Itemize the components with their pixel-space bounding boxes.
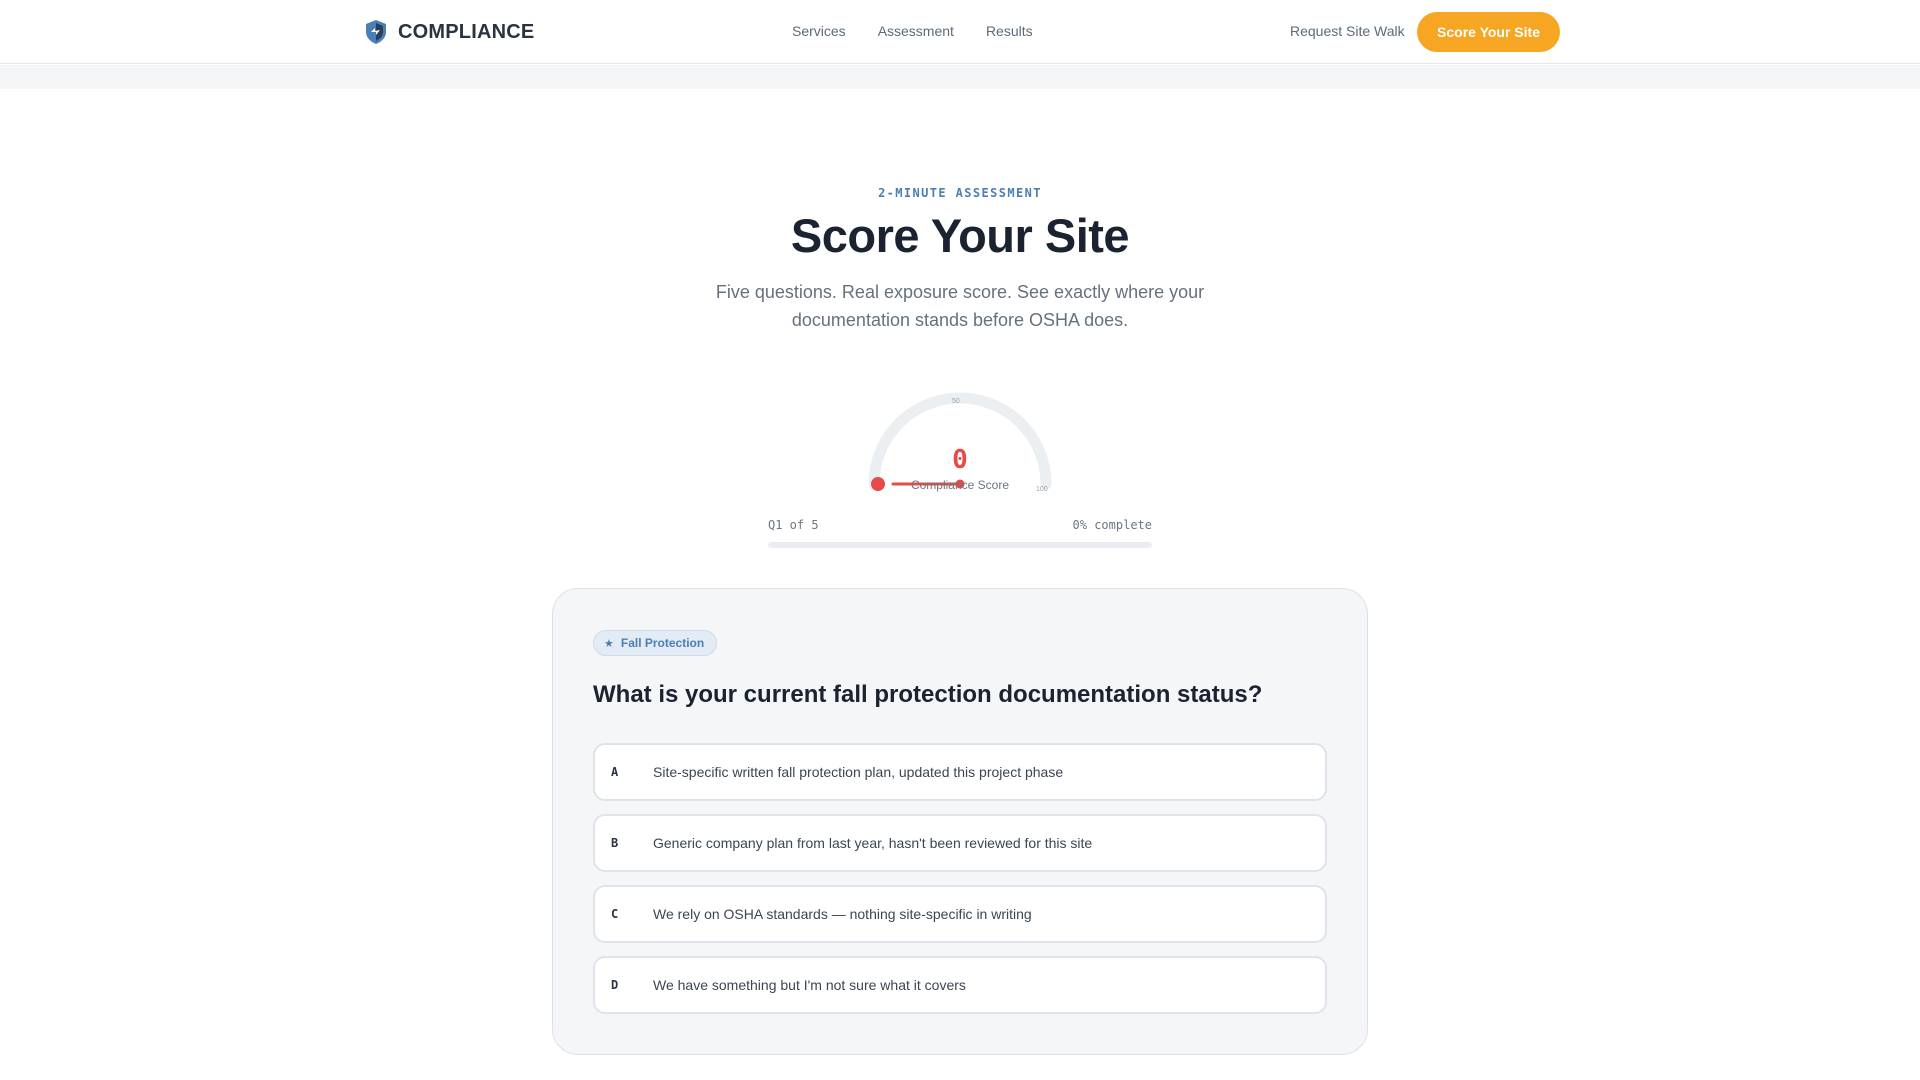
header-divider-band (0, 65, 1920, 89)
star-icon: ★ (604, 637, 614, 650)
option-letter: B (611, 836, 619, 850)
question-text: What is your current fall protection doc… (593, 681, 1263, 708)
option-text: Generic company plan from last year, has… (653, 835, 1093, 851)
option-letter: A (611, 765, 619, 779)
answer-option-c[interactable]: C We rely on OSHA standards — nothing si… (593, 885, 1327, 943)
gauge-score-label: Compliance Score (911, 478, 1009, 492)
option-text: We rely on OSHA standards — nothing site… (653, 906, 1032, 922)
request-site-walk-link[interactable]: Request Site Walk (1290, 23, 1405, 39)
answer-option-d[interactable]: D We have something but I'm not sure wha… (593, 956, 1327, 1014)
brand-name: COMPLIANCE (398, 20, 535, 43)
gauge-score-value: 0 (952, 445, 968, 475)
answer-option-b[interactable]: B Generic company plan from last year, h… (593, 814, 1327, 872)
option-text: We have something but I'm not sure what … (653, 977, 966, 993)
brand-logo[interactable]: COMPLIANCE (364, 19, 534, 45)
gauge-score-marker (871, 477, 885, 491)
percent-complete: 0% complete (1072, 518, 1152, 532)
category-label: Fall Protection (620, 636, 705, 650)
nav-link-services[interactable]: Services (792, 23, 846, 39)
compliance-score-gauge: 50 100 0 Compliance Score (868, 392, 1052, 493)
option-text: Site-specific written fall protection pl… (653, 764, 1064, 780)
progress-meta: Q1 of 5 0% complete (768, 518, 1152, 532)
answer-option-a[interactable]: A Site-specific written fall protection … (593, 743, 1327, 801)
shield-logo-icon (366, 20, 386, 44)
option-letter: C (611, 907, 619, 921)
progress-bar (768, 542, 1152, 548)
question-card: ★ Fall Protection What is your current f… (552, 588, 1368, 1055)
score-your-site-button[interactable]: Score Your Site (1417, 12, 1560, 52)
nav-link-results[interactable]: Results (986, 23, 1033, 39)
gauge-tick-100: 100 (1036, 486, 1048, 493)
category-tag: ★ Fall Protection (593, 630, 718, 656)
eyebrow-label: 2-MINUTE ASSESSMENT (878, 186, 1042, 200)
gauge-tick-50: 50 (952, 398, 960, 405)
question-counter: Q1 of 5 (768, 518, 819, 532)
page-subtitle: Five questions. Real exposure score. See… (715, 282, 1205, 330)
answer-options: A Site-specific written fall protection … (593, 743, 1327, 1027)
nav-link-assessment[interactable]: Assessment (878, 23, 954, 39)
page-title: Score Your Site (790, 209, 1130, 262)
option-letter: D (611, 978, 619, 992)
top-nav-bar: COMPLIANCE Services Assessment Results R… (0, 0, 1920, 64)
main-nav: Services Assessment Results (792, 23, 1033, 39)
